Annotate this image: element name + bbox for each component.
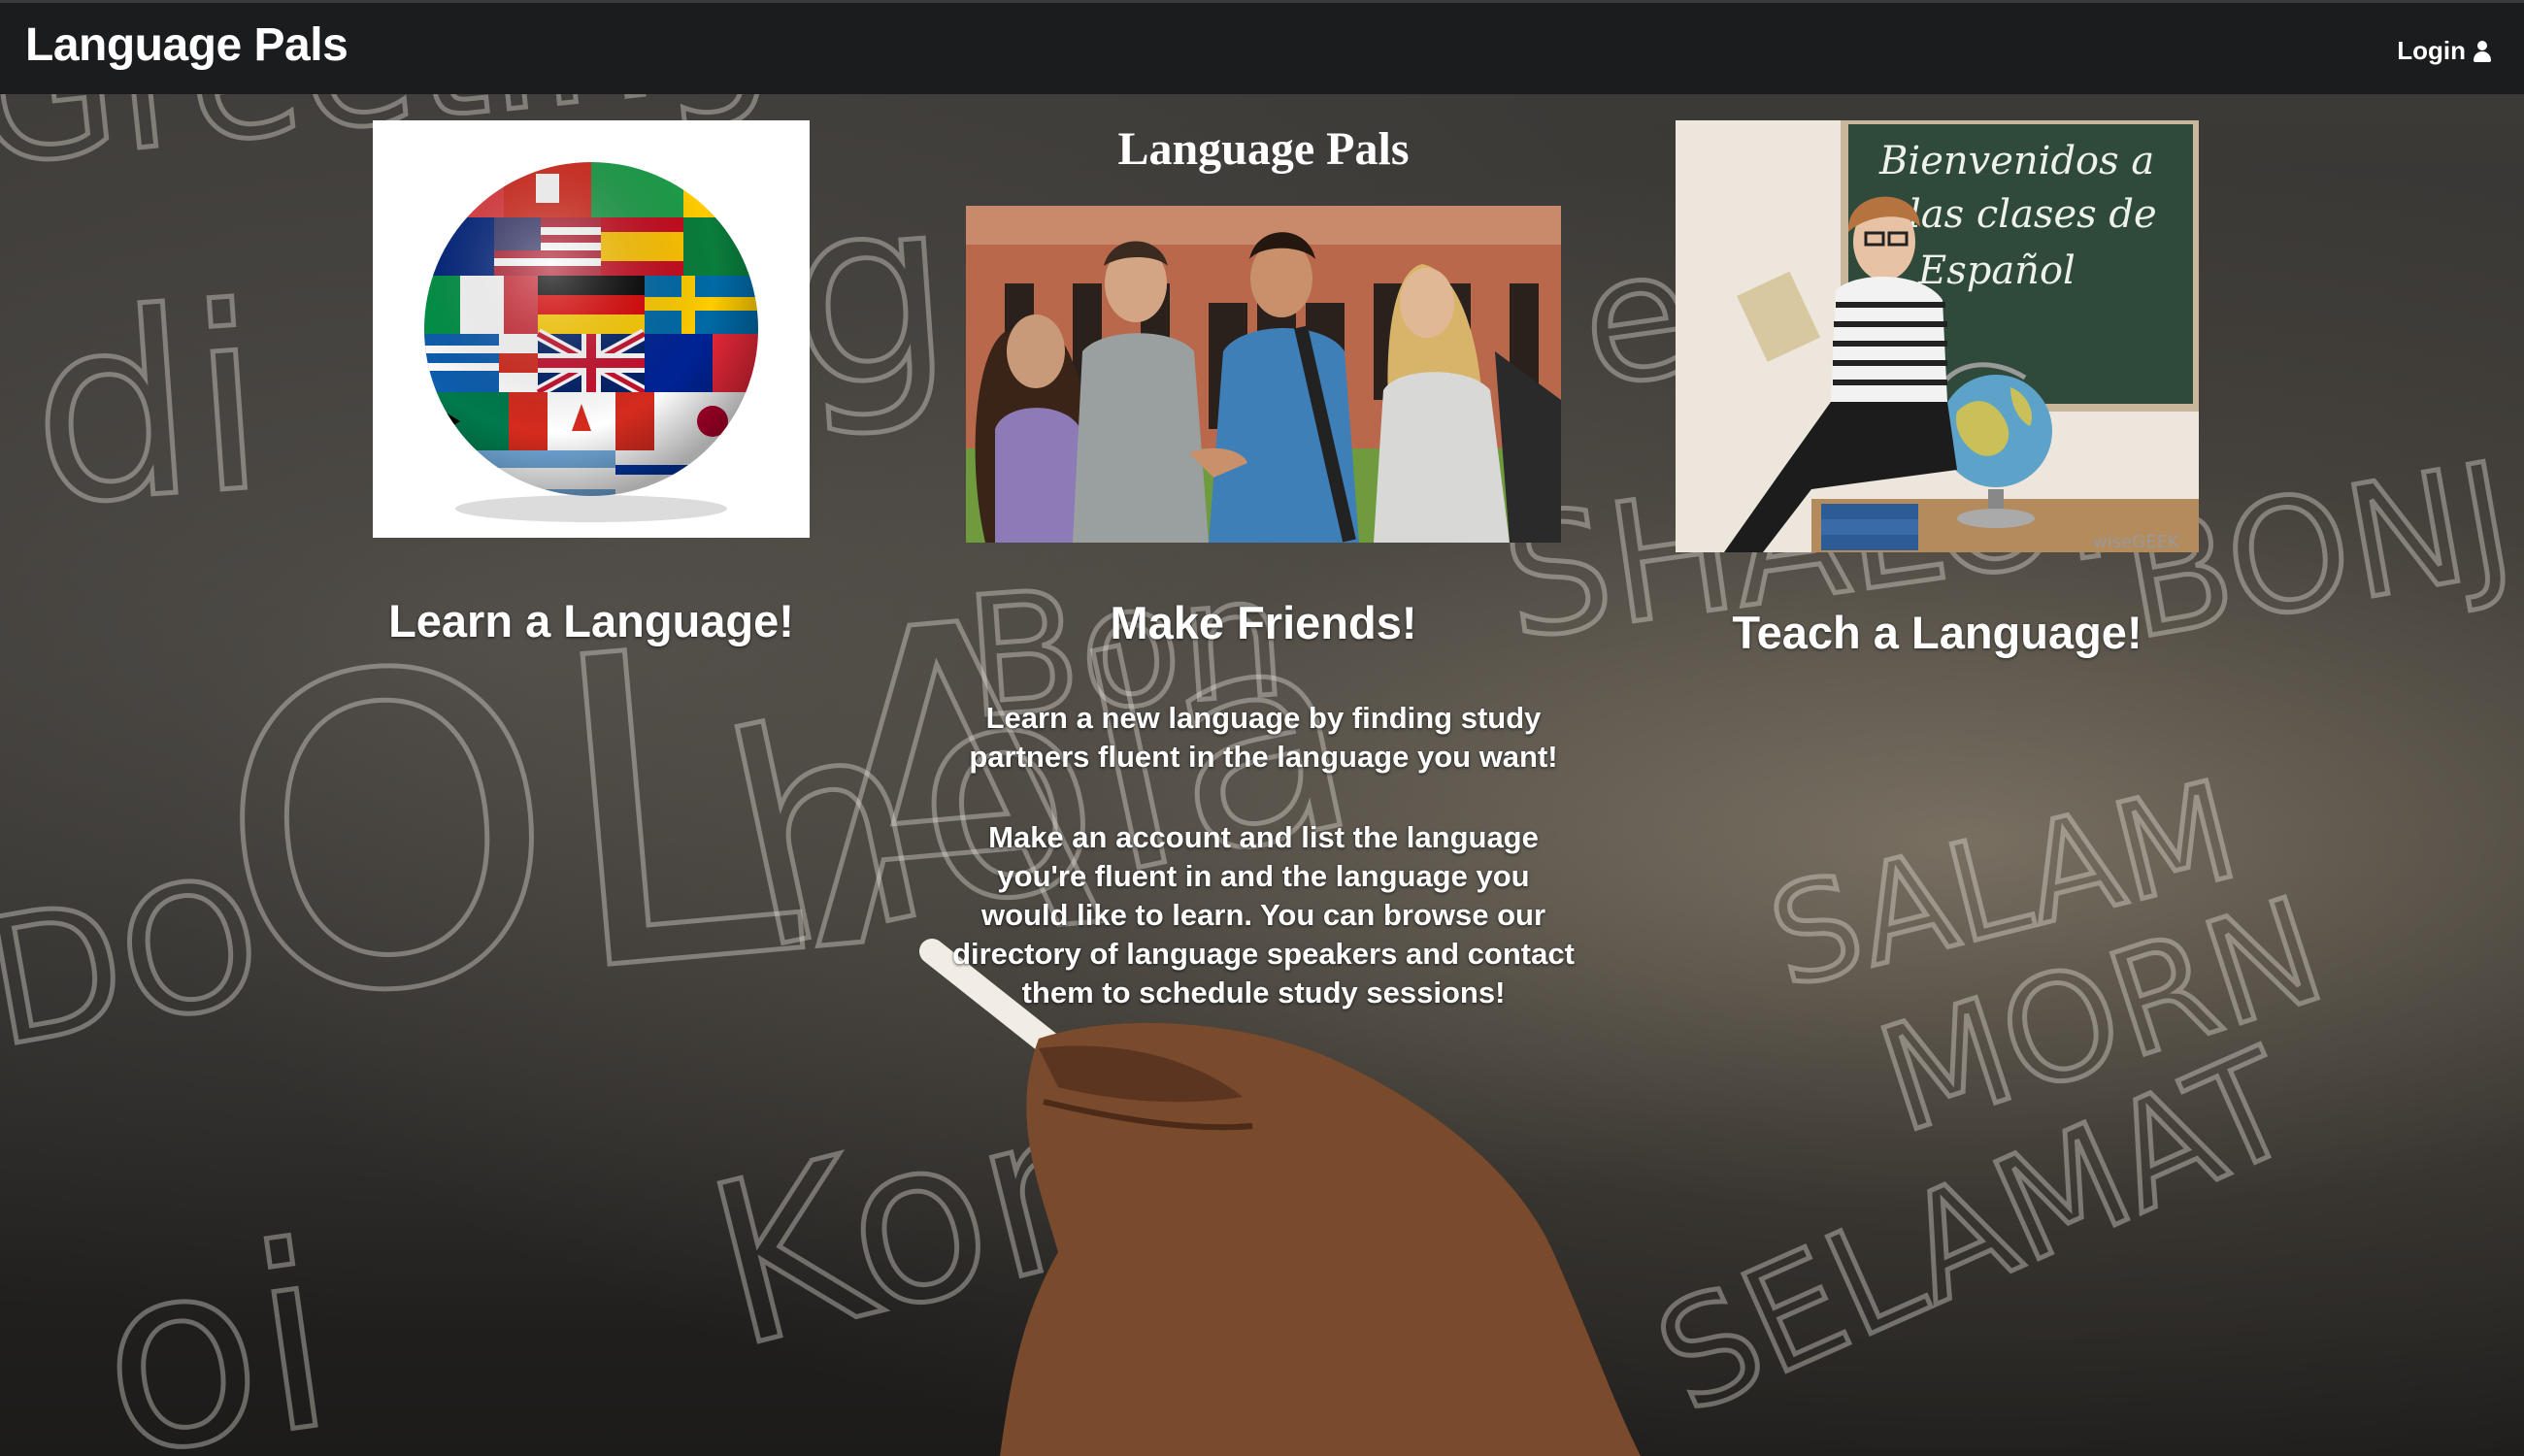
- svg-text:oi: oi: [84, 1191, 348, 1456]
- watermark-text: wiseGEEK: [2093, 532, 2180, 552]
- students-talking-image: [966, 206, 1561, 543]
- login-link[interactable]: Login: [2397, 36, 2491, 66]
- page-title: Language Pals: [1117, 123, 1410, 175]
- board-text-line1: Bienvenidos a: [1878, 139, 2154, 183]
- board-text-line3: Español: [1917, 248, 2076, 293]
- teach-language-heading: Teach a Language!: [1732, 607, 2142, 658]
- how-it-works-paragraph: Make an account and list the language yo…: [952, 820, 1575, 1009]
- login-label: Login: [2397, 36, 2466, 65]
- teacher-chalkboard-image: Bienvenidos a las clases de Español wise…: [1676, 120, 2199, 552]
- learn-language-heading: Learn a Language!: [388, 595, 794, 646]
- brand-link[interactable]: Language Pals: [25, 18, 349, 72]
- intro-paragraph: Learn a new language by finding study pa…: [969, 701, 1558, 774]
- make-friends-heading: Make Friends!: [1110, 597, 1417, 648]
- board-text-line2: las clases de: [1909, 192, 2157, 237]
- user-icon: [2474, 40, 2491, 62]
- flag-globe-image: [373, 120, 810, 538]
- navbar: Language Pals Login: [0, 0, 2524, 94]
- svg-text:di: di: [22, 253, 273, 562]
